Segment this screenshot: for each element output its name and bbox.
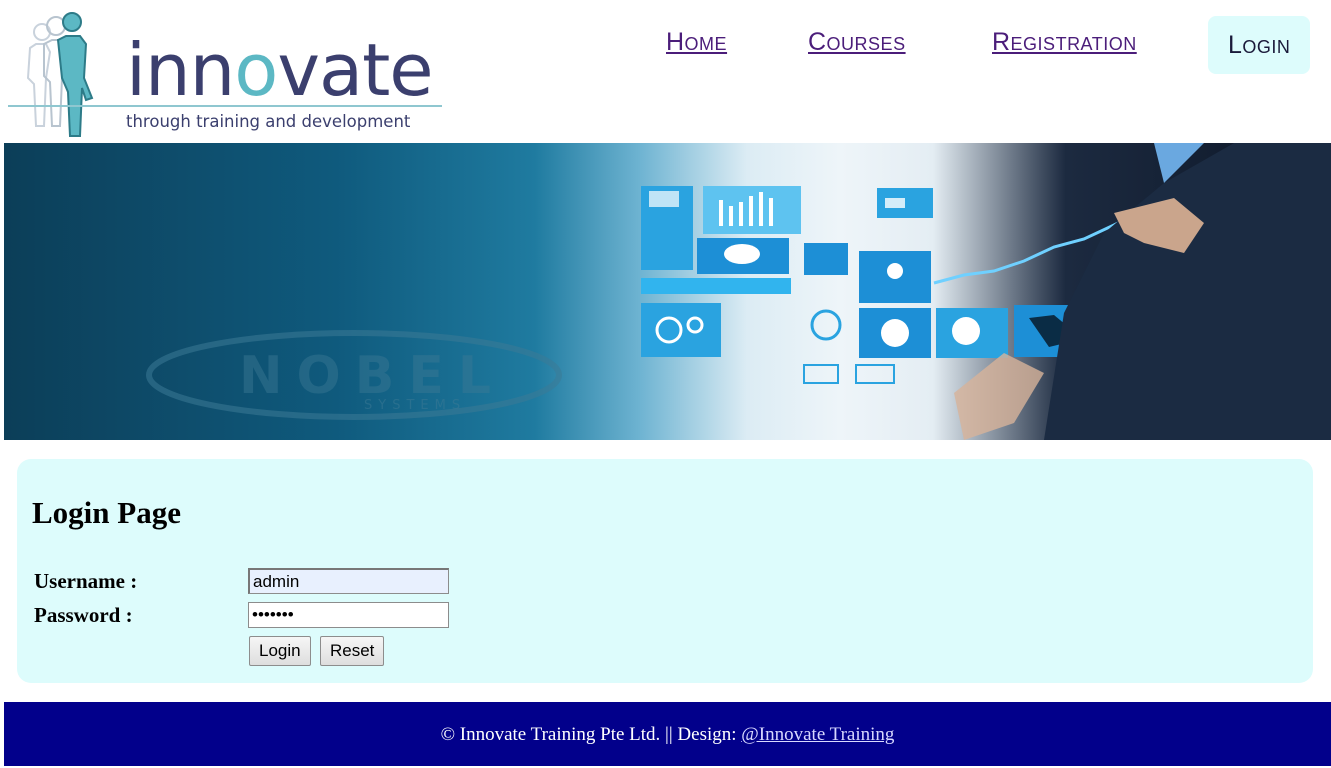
reset-button[interactable]: Reset bbox=[320, 636, 385, 666]
password-input[interactable] bbox=[248, 602, 449, 628]
banner-graphic: NOBEL SYSTEMS bbox=[146, 143, 1331, 440]
site-footer: © Innovate Training Pte Ltd. || Design: … bbox=[4, 702, 1331, 766]
username-label: Username : bbox=[34, 569, 138, 593]
site-header: innovate through training and developmen… bbox=[0, 0, 1331, 143]
login-panel: Login Page Username : Password : Login R… bbox=[17, 459, 1313, 683]
page-title: Login Page bbox=[32, 495, 181, 530]
hero-banner: NOBEL SYSTEMS bbox=[4, 143, 1331, 440]
nav-registration-link[interactable]: Registration bbox=[992, 28, 1137, 57]
nav-courses-link[interactable]: Courses bbox=[808, 28, 906, 57]
logo-tagline: through training and development bbox=[126, 112, 411, 131]
businessman-figure-icon bbox=[954, 143, 1331, 440]
footer-copyright: © Innovate Training Pte Ltd. || Design: bbox=[440, 724, 742, 745]
password-label: Password : bbox=[34, 603, 133, 627]
watermark-subtext: SYSTEMS bbox=[364, 398, 466, 413]
login-button[interactable]: Login bbox=[249, 636, 311, 666]
footer-design-link[interactable]: @Innovate Training bbox=[741, 724, 894, 745]
nav-login-link[interactable]: Login bbox=[1208, 16, 1311, 74]
nav-home-link[interactable]: Home bbox=[666, 28, 727, 57]
logo-divider bbox=[8, 105, 442, 107]
watermark-text: NOBEL bbox=[239, 346, 505, 406]
username-input[interactable] bbox=[248, 568, 449, 594]
main-nav: Home Courses Registration Login bbox=[0, 16, 1331, 76]
